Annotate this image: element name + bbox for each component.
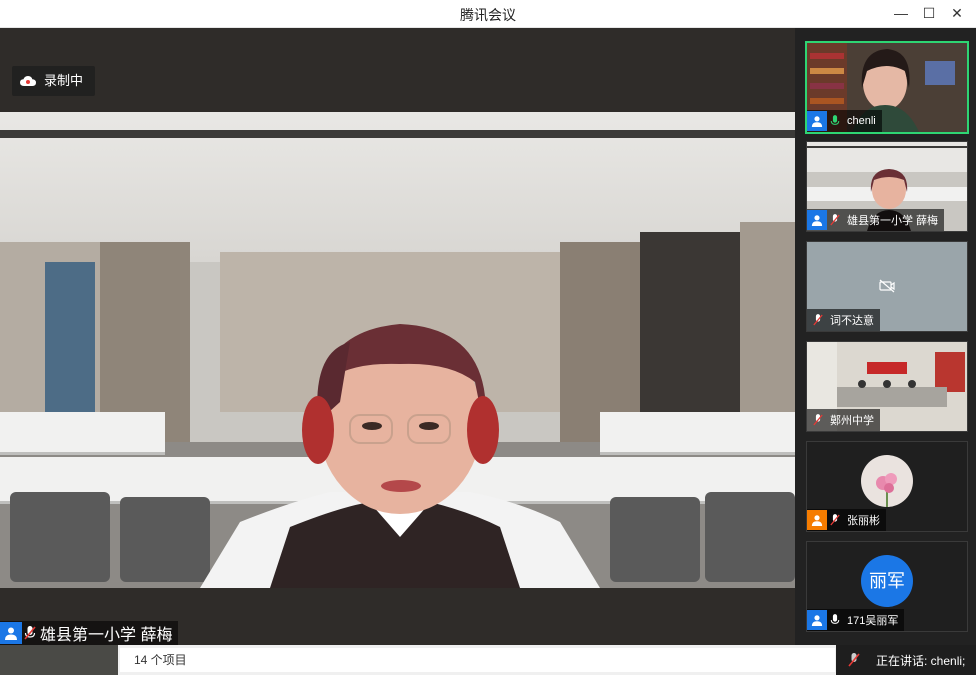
- conference-table: [0, 412, 165, 452]
- main-speaker-nameplate: 雄县第一小学 薛梅: [0, 621, 179, 645]
- window-titlebar: 腾讯会议 — ☐ ✕: [0, 0, 976, 28]
- participant-label: chenli: [807, 110, 882, 132]
- speaking-label: 正在讲话: chenli;: [876, 653, 966, 668]
- participant-sidebar: chenli 雄县第一小学 薛梅 词不达意 鄚州中学 张丽彬 丽军 171吴丽军: [795, 28, 976, 645]
- video-off-icon: [879, 279, 895, 293]
- chair: [10, 492, 110, 582]
- participant-name: 171吴丽军: [847, 615, 899, 627]
- mic-muted-icon: [846, 651, 862, 669]
- speaking-indicator: 正在讲话: chenli;: [836, 645, 976, 675]
- user-icon: [0, 622, 22, 644]
- minimize-button[interactable]: —: [891, 4, 911, 22]
- avatar: [861, 455, 913, 507]
- bottom-bar: 14 个项目 正在讲话: chenli;: [0, 645, 976, 675]
- participant-label: 171吴丽军: [807, 609, 905, 631]
- participant-label: 鄚州中学: [807, 409, 880, 431]
- avatar: 丽军: [861, 555, 913, 607]
- mic-muted-icon: [22, 624, 38, 642]
- participant-label: 雄县第一小学 薛梅: [807, 209, 945, 231]
- chair: [120, 497, 210, 582]
- participant-tile-chenli[interactable]: chenli: [805, 41, 969, 134]
- participant-name: 雄县第一小学 薛梅: [847, 215, 939, 227]
- recording-label: 录制中: [44, 73, 84, 88]
- participant-label: 词不达意: [807, 309, 880, 331]
- mic-muted-icon: [827, 211, 843, 229]
- user-icon: [807, 510, 827, 530]
- participant-name: 词不达意: [830, 315, 874, 327]
- mic-on-icon: [827, 112, 843, 130]
- main-video[interactable]: 录制中 雄县第一小学 薛梅: [0, 28, 795, 645]
- speaker-figure: [200, 324, 600, 588]
- mic-muted-icon: [810, 411, 826, 429]
- virtual-background: [0, 112, 795, 588]
- thumbnail-strip[interactable]: [0, 645, 118, 675]
- participant-tile-maozhou[interactable]: 鄚州中学: [806, 341, 968, 432]
- conference-table: [600, 412, 795, 452]
- item-count: 14 个项目: [120, 648, 835, 672]
- participant-tile-zhanglibin[interactable]: 张丽彬: [806, 441, 968, 532]
- main-speaker-name: 雄县第一小学 薛梅: [40, 627, 173, 644]
- participant-name: chenli: [847, 115, 876, 127]
- ceiling-beam: [0, 130, 795, 138]
- mic-muted-icon: [827, 511, 843, 529]
- window-title: 腾讯会议: [460, 7, 516, 23]
- mic-on-icon: [827, 611, 843, 629]
- mic-muted-icon: [810, 311, 826, 329]
- participant-name: 张丽彬: [847, 515, 880, 527]
- participant-tile-cibudayi[interactable]: 词不达意: [806, 241, 968, 332]
- user-icon: [807, 210, 827, 230]
- user-icon: [807, 610, 827, 630]
- participant-tile-wulijun[interactable]: 丽军 171吴丽军: [806, 541, 968, 632]
- participant-tile-xuemei[interactable]: 雄县第一小学 薛梅: [806, 141, 968, 232]
- chair: [705, 492, 795, 582]
- maximize-button[interactable]: ☐: [919, 4, 939, 22]
- participant-label: 张丽彬: [807, 509, 886, 531]
- participant-name: 鄚州中学: [830, 415, 874, 427]
- cloud-icon: [20, 76, 36, 86]
- user-icon: [807, 111, 827, 131]
- recording-badge[interactable]: 录制中: [12, 66, 96, 96]
- chair: [610, 497, 700, 582]
- close-button[interactable]: ✕: [947, 4, 967, 22]
- window-pane: [45, 262, 95, 432]
